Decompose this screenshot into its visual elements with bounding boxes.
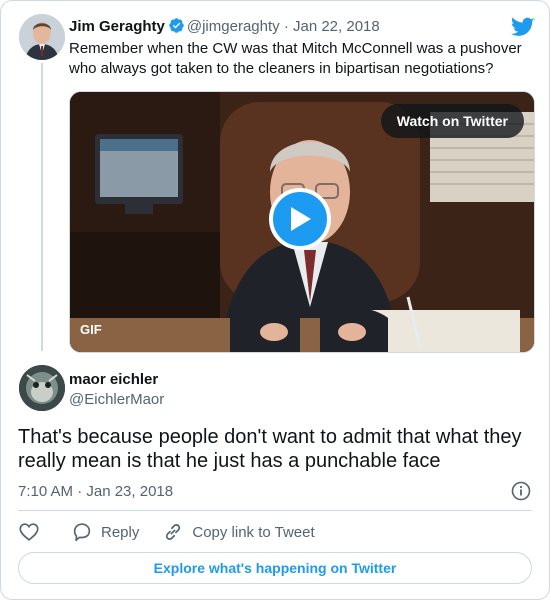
reply-author-name[interactable]: maor eichler [69,371,158,388]
action-divider [18,510,532,511]
explore-twitter-button[interactable]: Explore what's happening on Twitter [18,552,532,584]
reply-timestamp[interactable]: 7:10 AM · Jan 23, 2018 [18,483,173,500]
like-button[interactable] [18,521,40,543]
gif-badge: GIF [80,322,102,337]
reply-tweet-text: That's because people don't want to admi… [18,426,522,472]
quoted-tweet-date[interactable]: Jan 22, 2018 [293,18,380,35]
action-bar: Reply Copy link to Tweet [18,519,315,545]
reply-bubble-icon [73,523,91,542]
play-button[interactable] [269,188,331,250]
watch-on-twitter-button[interactable]: Watch on Twitter [380,104,524,138]
reply-author-handle[interactable]: @EichlerMaor [69,391,164,408]
reply-author-avatar[interactable] [19,365,65,411]
copy-link-label: Copy link to Tweet [192,523,315,541]
quoted-author-avatar[interactable] [19,14,65,60]
quoted-author-handle[interactable]: @jimgeraghty [187,18,280,35]
play-icon [291,207,311,231]
quoted-tweet-text: Remember when the CW was that Mitch McCo… [69,40,522,77]
tweet-card: Jim Geraghty @jimgeraghty · Jan 22, 2018 … [0,0,550,600]
thread-connector-line [41,63,43,351]
quoted-author-name[interactable]: Jim Geraghty [69,18,165,35]
link-icon [166,524,181,540]
reply-label: Reply [101,523,140,541]
verified-badge-icon [168,17,185,38]
header-separator: · [283,18,289,35]
quoted-tweet-header: Jim Geraghty @jimgeraghty · Jan 22, 2018 [69,17,380,38]
gif-media[interactable]: Watch on Twitter GIF [69,91,535,353]
copy-link-button[interactable]: Copy link to Tweet [163,522,315,542]
info-icon[interactable] [511,481,531,506]
reply-button[interactable]: Reply [71,521,139,543]
heart-icon [19,523,39,541]
